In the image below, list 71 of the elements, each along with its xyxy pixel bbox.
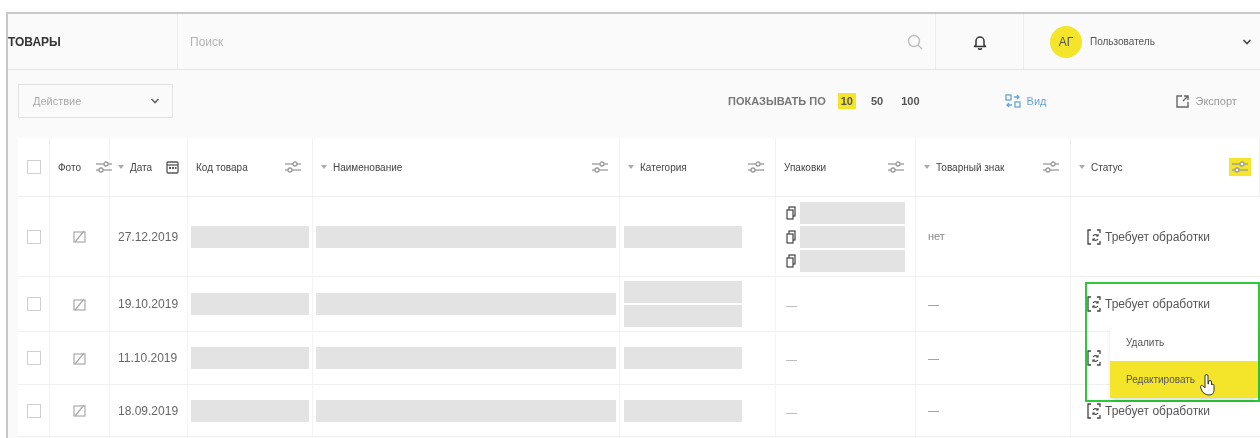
filter-icon [284, 160, 302, 174]
search-icon [907, 33, 923, 50]
sync-document-icon [1087, 402, 1101, 419]
trademark-text: — [928, 350, 939, 366]
no-photo-icon [73, 230, 86, 243]
export-icon [1176, 94, 1190, 108]
sync-document-icon [1087, 350, 1101, 366]
filter-icon [747, 160, 765, 174]
trademark-text: — [928, 403, 939, 419]
column-header[interactable]: Статус [1091, 159, 1123, 175]
page-size-option[interactable]: 100 [898, 92, 923, 110]
column-header[interactable]: Код товара [196, 159, 248, 175]
column-header[interactable]: Товарный знак [936, 159, 1005, 175]
filter-icon [1042, 160, 1060, 174]
status-text: Требует обработки [1105, 296, 1211, 313]
date-text: 18.09.2019 [118, 402, 179, 420]
package-icon [786, 205, 796, 220]
sync-document-icon [1087, 228, 1101, 245]
layout-icon [1004, 94, 1021, 108]
package-icon [786, 253, 796, 268]
date-text: 19.10.2019 [118, 296, 179, 313]
hand-cursor-icon [1200, 374, 1216, 396]
dash-text: — [786, 299, 797, 311]
no-photo-icon [73, 297, 86, 311]
menu-item[interactable]: Редактировать [1110, 361, 1258, 398]
filter-button[interactable] [93, 158, 115, 176]
filter-button[interactable] [589, 158, 611, 176]
page-size-option[interactable]: 10 [837, 92, 856, 110]
column-header[interactable]: Дата [130, 159, 153, 175]
filter-icon [591, 160, 609, 174]
checkbox[interactable] [26, 229, 41, 244]
page-size-option[interactable]: 50 [867, 92, 887, 110]
checkbox[interactable] [26, 297, 41, 311]
chevron-down-icon [150, 97, 160, 105]
bell-icon[interactable] [972, 33, 987, 50]
checkbox[interactable] [26, 403, 41, 418]
filter-button[interactable] [885, 158, 907, 176]
page-title: ТОВАРЫ [8, 33, 61, 51]
date-text: 27.12.2019 [118, 228, 179, 246]
filter-icon [1231, 160, 1249, 174]
menu-item[interactable]: Удалить [1110, 324, 1258, 361]
avatar[interactable]: АГ [1050, 25, 1082, 58]
filter-button[interactable] [282, 158, 304, 176]
no-photo-icon [73, 351, 86, 365]
filter-icon [887, 160, 905, 174]
column-header[interactable]: Категория [640, 159, 687, 175]
dash-text: — [786, 405, 797, 418]
package-icon [786, 229, 796, 244]
date-text: 11.10.2019 [118, 350, 178, 367]
chevron-down-icon[interactable] [1242, 37, 1252, 46]
status-text: Требует обработки [1105, 228, 1211, 246]
trademark-text: — [928, 296, 939, 312]
sync-document-icon [1087, 296, 1101, 312]
no-photo-icon [73, 404, 86, 417]
filter-button[interactable] [1040, 158, 1062, 176]
filter-button[interactable] [745, 158, 767, 176]
checkbox[interactable] [26, 160, 41, 174]
filter-icon [95, 160, 113, 174]
checkbox[interactable] [26, 351, 41, 365]
column-header[interactable]: Упаковки [784, 159, 827, 175]
search-field[interactable]: Поиск [190, 32, 790, 51]
status-text: Требует обработки [1105, 402, 1211, 420]
user-name: Пользователь [1090, 35, 1155, 49]
calendar-icon [166, 160, 180, 174]
dash-text: — [786, 353, 797, 365]
page-size-label: ПОКАЗЫВАТЬ ПО [728, 93, 826, 109]
column-header[interactable]: Наименование [333, 159, 403, 175]
filter-button[interactable] [1229, 158, 1251, 176]
trademark-text: нет [928, 229, 945, 245]
column-header[interactable]: Фото [58, 159, 81, 175]
calendar-button[interactable] [164, 158, 182, 176]
